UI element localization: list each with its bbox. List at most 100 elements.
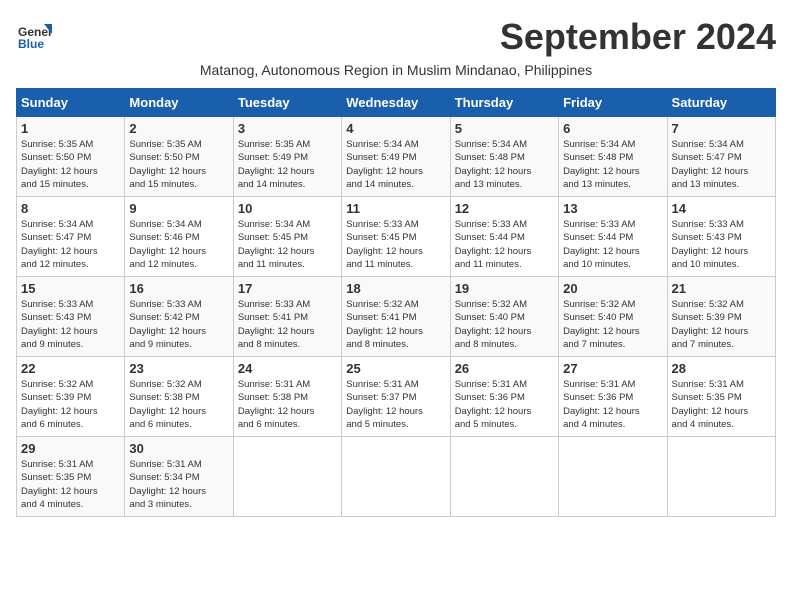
day-number: 14 xyxy=(672,201,771,216)
day-info: Sunrise: 5:31 AM Sunset: 5:35 PM Dayligh… xyxy=(21,458,120,511)
day-number: 9 xyxy=(129,201,228,216)
day-number: 28 xyxy=(672,361,771,376)
day-info: Sunrise: 5:35 AM Sunset: 5:49 PM Dayligh… xyxy=(238,138,337,191)
calendar-day-cell: 22Sunrise: 5:32 AM Sunset: 5:39 PM Dayli… xyxy=(17,357,125,437)
calendar-day-cell: 10 Sunrise: 5:34 AM Sunset: 5:45 PM Dayli… xyxy=(233,197,341,277)
day-info: Sunrise: 5:33 AM Sunset: 5:43 PM Dayligh… xyxy=(21,298,120,351)
day-number: 4 xyxy=(346,121,445,136)
svg-text:Blue: Blue xyxy=(18,37,44,51)
calendar-day-cell: 12 Sunrise: 5:33 AM Sunset: 5:44 PM Dayli… xyxy=(450,197,558,277)
calendar-week-row: 15 Sunrise: 5:33 AM Sunset: 5:43 PM Dayli… xyxy=(17,277,776,357)
calendar-day-cell: 20Sunrise: 5:32 AM Sunset: 5:40 PM Dayli… xyxy=(559,277,667,357)
calendar-day-cell: 15 Sunrise: 5:33 AM Sunset: 5:43 PM Dayli… xyxy=(17,277,125,357)
day-info: Sunrise: 5:34 AM Sunset: 5:47 PM Dayligh… xyxy=(672,138,771,191)
day-info: Sunrise: 5:32 AM Sunset: 5:41 PM Dayligh… xyxy=(346,298,445,351)
calendar-day-cell: 14 Sunrise: 5:33 AM Sunset: 5:43 PM Dayli… xyxy=(667,197,775,277)
calendar-header-cell: Saturday xyxy=(667,89,775,117)
calendar-day-cell xyxy=(450,437,558,517)
day-number: 16 xyxy=(129,281,228,296)
calendar-day-cell: 23 Sunrise: 5:32 AM Sunset: 5:38 PM Dayli… xyxy=(125,357,233,437)
day-number: 10 xyxy=(238,201,337,216)
calendar-day-cell: 6 Sunrise: 5:34 AM Sunset: 5:48 PM Daylig… xyxy=(559,117,667,197)
calendar-day-cell: 13 Sunrise: 5:33 AM Sunset: 5:44 PM Dayli… xyxy=(559,197,667,277)
calendar-day-cell: 1 Sunrise: 5:35 AM Sunset: 5:50 PM Daylig… xyxy=(17,117,125,197)
calendar-week-row: 1 Sunrise: 5:35 AM Sunset: 5:50 PM Daylig… xyxy=(17,117,776,197)
logo-icon: General Blue xyxy=(16,16,52,52)
calendar-day-cell: 25 Sunrise: 5:31 AM Sunset: 5:37 PM Dayli… xyxy=(342,357,450,437)
day-info: Sunrise: 5:34 AM Sunset: 5:49 PM Dayligh… xyxy=(346,138,445,191)
calendar-day-cell xyxy=(667,437,775,517)
day-number: 27 xyxy=(563,361,662,376)
day-info: Sunrise: 5:31 AM Sunset: 5:34 PM Dayligh… xyxy=(129,458,228,511)
day-info: Sunrise: 5:34 AM Sunset: 5:47 PM Dayligh… xyxy=(21,218,120,271)
day-number: 13 xyxy=(563,201,662,216)
day-number: 5 xyxy=(455,121,554,136)
calendar-table: SundayMondayTuesdayWednesdayThursdayFrid… xyxy=(16,88,776,517)
day-info: Sunrise: 5:34 AM Sunset: 5:48 PM Dayligh… xyxy=(563,138,662,191)
day-info: Sunrise: 5:33 AM Sunset: 5:41 PM Dayligh… xyxy=(238,298,337,351)
day-info: Sunrise: 5:35 AM Sunset: 5:50 PM Dayligh… xyxy=(21,138,120,191)
calendar-week-row: 29Sunrise: 5:31 AM Sunset: 5:35 PM Dayli… xyxy=(17,437,776,517)
calendar-header-row: SundayMondayTuesdayWednesdayThursdayFrid… xyxy=(17,89,776,117)
day-number: 25 xyxy=(346,361,445,376)
day-info: Sunrise: 5:31 AM Sunset: 5:38 PM Dayligh… xyxy=(238,378,337,431)
day-number: 22 xyxy=(21,361,120,376)
day-number: 1 xyxy=(21,121,120,136)
calendar-day-cell: 16Sunrise: 5:33 AM Sunset: 5:42 PM Dayli… xyxy=(125,277,233,357)
day-number: 2 xyxy=(129,121,228,136)
day-info: Sunrise: 5:34 AM Sunset: 5:46 PM Dayligh… xyxy=(129,218,228,271)
calendar-day-cell xyxy=(342,437,450,517)
day-info: Sunrise: 5:32 AM Sunset: 5:40 PM Dayligh… xyxy=(455,298,554,351)
day-number: 18 xyxy=(346,281,445,296)
calendar-day-cell: 5 Sunrise: 5:34 AM Sunset: 5:48 PM Daylig… xyxy=(450,117,558,197)
calendar-day-cell: 18 Sunrise: 5:32 AM Sunset: 5:41 PM Dayli… xyxy=(342,277,450,357)
day-number: 26 xyxy=(455,361,554,376)
day-number: 6 xyxy=(563,121,662,136)
day-info: Sunrise: 5:32 AM Sunset: 5:38 PM Dayligh… xyxy=(129,378,228,431)
calendar-day-cell: 24 Sunrise: 5:31 AM Sunset: 5:38 PM Dayli… xyxy=(233,357,341,437)
day-number: 8 xyxy=(21,201,120,216)
calendar-header-cell: Sunday xyxy=(17,89,125,117)
day-info: Sunrise: 5:32 AM Sunset: 5:39 PM Dayligh… xyxy=(672,298,771,351)
day-info: Sunrise: 5:33 AM Sunset: 5:45 PM Dayligh… xyxy=(346,218,445,271)
calendar-header-cell: Monday xyxy=(125,89,233,117)
day-number: 3 xyxy=(238,121,337,136)
page-header: General Blue September 2024 xyxy=(16,16,776,58)
calendar-day-cell: 11 Sunrise: 5:33 AM Sunset: 5:45 PM Dayli… xyxy=(342,197,450,277)
day-number: 11 xyxy=(346,201,445,216)
day-info: Sunrise: 5:34 AM Sunset: 5:48 PM Dayligh… xyxy=(455,138,554,191)
calendar-subtitle: Matanog, Autonomous Region in Muslim Min… xyxy=(16,62,776,78)
calendar-header-cell: Wednesday xyxy=(342,89,450,117)
calendar-day-cell: 7 Sunrise: 5:34 AM Sunset: 5:47 PM Daylig… xyxy=(667,117,775,197)
calendar-week-row: 8 Sunrise: 5:34 AM Sunset: 5:47 PM Daylig… xyxy=(17,197,776,277)
calendar-day-cell: 19 Sunrise: 5:32 AM Sunset: 5:40 PM Dayli… xyxy=(450,277,558,357)
day-number: 7 xyxy=(672,121,771,136)
calendar-header-cell: Friday xyxy=(559,89,667,117)
calendar-header-cell: Tuesday xyxy=(233,89,341,117)
day-info: Sunrise: 5:33 AM Sunset: 5:43 PM Dayligh… xyxy=(672,218,771,271)
calendar-day-cell: 9 Sunrise: 5:34 AM Sunset: 5:46 PM Daylig… xyxy=(125,197,233,277)
day-info: Sunrise: 5:31 AM Sunset: 5:36 PM Dayligh… xyxy=(563,378,662,431)
day-number: 23 xyxy=(129,361,228,376)
calendar-day-cell: 27 Sunrise: 5:31 AM Sunset: 5:36 PM Dayli… xyxy=(559,357,667,437)
day-info: Sunrise: 5:33 AM Sunset: 5:44 PM Dayligh… xyxy=(455,218,554,271)
day-number: 12 xyxy=(455,201,554,216)
calendar-day-cell xyxy=(233,437,341,517)
day-number: 24 xyxy=(238,361,337,376)
day-info: Sunrise: 5:34 AM Sunset: 5:45 PM Dayligh… xyxy=(238,218,337,271)
calendar-day-cell: 28Sunrise: 5:31 AM Sunset: 5:35 PM Dayli… xyxy=(667,357,775,437)
day-number: 15 xyxy=(21,281,120,296)
calendar-day-cell: 2 Sunrise: 5:35 AM Sunset: 5:50 PM Daylig… xyxy=(125,117,233,197)
calendar-header-cell: Thursday xyxy=(450,89,558,117)
calendar-day-cell: 17Sunrise: 5:33 AM Sunset: 5:41 PM Dayli… xyxy=(233,277,341,357)
day-info: Sunrise: 5:31 AM Sunset: 5:37 PM Dayligh… xyxy=(346,378,445,431)
day-info: Sunrise: 5:32 AM Sunset: 5:40 PM Dayligh… xyxy=(563,298,662,351)
calendar-day-cell: 8 Sunrise: 5:34 AM Sunset: 5:47 PM Daylig… xyxy=(17,197,125,277)
calendar-day-cell: 3 Sunrise: 5:35 AM Sunset: 5:49 PM Daylig… xyxy=(233,117,341,197)
day-number: 21 xyxy=(672,281,771,296)
day-number: 19 xyxy=(455,281,554,296)
day-info: Sunrise: 5:35 AM Sunset: 5:50 PM Dayligh… xyxy=(129,138,228,191)
day-info: Sunrise: 5:33 AM Sunset: 5:44 PM Dayligh… xyxy=(563,218,662,271)
day-number: 30 xyxy=(129,441,228,456)
calendar-day-cell: 21 Sunrise: 5:32 AM Sunset: 5:39 PM Dayli… xyxy=(667,277,775,357)
